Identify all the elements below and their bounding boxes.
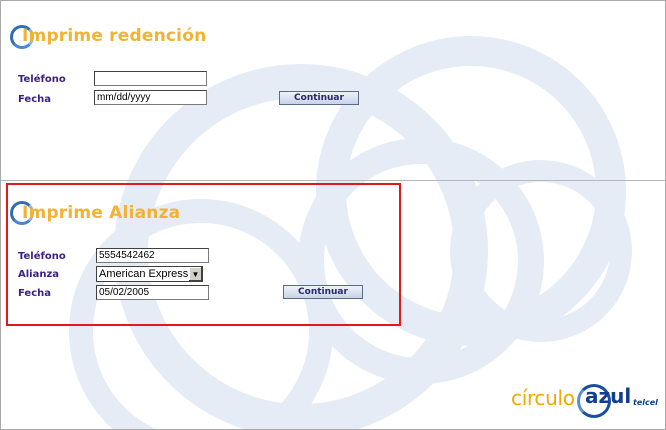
redencion-title: Imprime redención — [22, 26, 207, 46]
logo-prefix: círculo — [511, 386, 575, 410]
redencion-section: Imprime redención Teléfono Fecha mm/dd/y… — [1, 1, 665, 179]
circulo-azul-logo: círculo azul telcel — [511, 384, 663, 418]
page-frame: Imprime redención Teléfono Fecha mm/dd/y… — [0, 0, 666, 430]
logo-suffix: telcel — [633, 398, 658, 407]
fecha-label: Fecha — [18, 94, 52, 105]
telefono-label: Teléfono — [18, 74, 66, 85]
highlight-box — [6, 183, 401, 326]
fecha-input[interactable]: mm/dd/yyyy — [94, 90, 207, 105]
logo-main: azul — [585, 384, 632, 408]
continuar-button[interactable]: Continuar — [279, 91, 359, 105]
telefono-input[interactable] — [94, 71, 207, 86]
